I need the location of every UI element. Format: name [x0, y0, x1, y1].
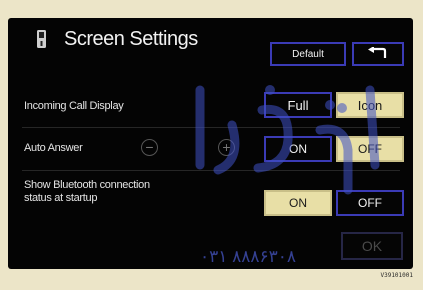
row-divider — [22, 127, 400, 128]
ok-button-label: OK — [361, 238, 383, 254]
plus-icon[interactable]: + — [218, 139, 235, 156]
row-divider — [22, 170, 400, 171]
incoming-call-icon-button[interactable]: Icon — [336, 92, 404, 118]
default-button[interactable]: Default — [270, 42, 346, 66]
bluetooth-status-off-button[interactable]: OFF — [336, 190, 404, 216]
watermark-phone-number: ۰۳۱ ۸۸۸۶۳۰۸ — [200, 247, 297, 266]
incoming-call-display-label: Incoming Call Display — [24, 100, 124, 112]
page-title: Screen Settings — [64, 28, 198, 50]
bluetooth-status-on-button[interactable]: ON — [264, 190, 332, 216]
incoming-call-icon-label: Icon — [357, 97, 383, 113]
image-code: V39101001 — [380, 272, 413, 279]
bluetooth-status-label-line1: Show Bluetooth connection — [24, 179, 150, 191]
auto-answer-on-button[interactable]: ON — [264, 136, 332, 162]
ok-button[interactable]: OK — [341, 232, 403, 260]
incoming-call-full-label: Full — [287, 97, 309, 113]
back-button[interactable] — [352, 42, 404, 66]
bluetooth-status-on-label: ON — [289, 196, 307, 210]
phone-settings-icon — [37, 30, 46, 48]
auto-answer-off-button[interactable]: OFF — [336, 136, 404, 162]
default-button-label: Default — [292, 48, 324, 60]
bluetooth-status-label-line2: status at startup — [24, 192, 98, 204]
auto-answer-on-label: ON — [289, 142, 307, 156]
minus-icon[interactable]: − — [141, 139, 158, 156]
incoming-call-full-button[interactable]: Full — [264, 92, 332, 118]
bluetooth-status-off-label: OFF — [358, 196, 382, 210]
auto-answer-label: Auto Answer — [24, 142, 83, 154]
auto-answer-off-label: OFF — [358, 142, 382, 156]
back-arrow-icon — [368, 47, 387, 58]
display-bezel: Screen Settings Default Incoming Call Di… — [0, 0, 423, 290]
screen-settings-panel: Screen Settings Default Incoming Call Di… — [8, 18, 413, 269]
